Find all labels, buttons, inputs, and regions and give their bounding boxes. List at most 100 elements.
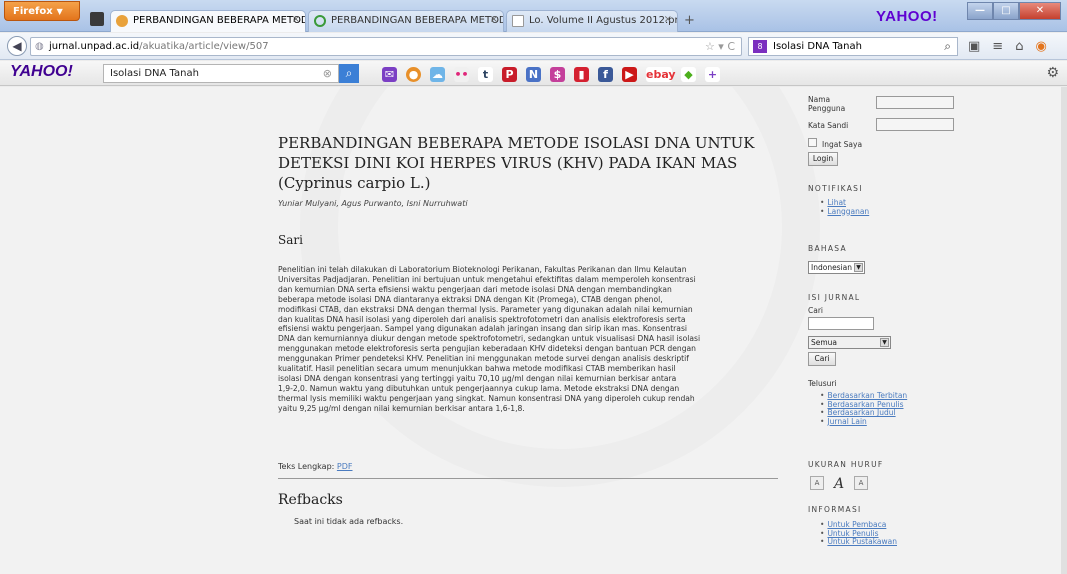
yahoo-search-value: Isolasi DNA Tanah (110, 68, 199, 79)
chevron-down-icon: ▼ (56, 7, 63, 16)
fulltext-row: Teks Lengkap: PDF (278, 462, 353, 471)
abstract-line: Universitas Padjadjaran. Penelitian ini … (278, 274, 696, 284)
journal-search-button[interactable]: Cari (808, 352, 836, 366)
abstract-line: efisiensi waktu pengerjaan. Sampel yang … (278, 324, 688, 334)
tumblr-icon[interactable]: t (478, 66, 493, 82)
language-select[interactable]: Indonesian ▼ (808, 261, 865, 274)
add-icon[interactable]: + (705, 66, 720, 82)
gear-icon[interactable]: ⚙ (1046, 65, 1059, 81)
bahasa-heading: BAHASA (808, 244, 847, 253)
document-icon (512, 15, 524, 27)
article-authors: Yuniar Mulyani, Agus Purwanto, Isni Nurr… (278, 199, 468, 208)
font-small-icon[interactable]: A (810, 476, 824, 490)
news-icon[interactable]: N (526, 66, 541, 82)
password-field[interactable] (876, 118, 954, 131)
search-scope-select[interactable]: Semua ▼ (808, 336, 891, 349)
abstract-line: modifikasi CTAB, dan ekstraksi DNA denga… (278, 304, 693, 314)
bookmarks-icon[interactable]: ▣ (968, 39, 980, 54)
abstract-line: isolasi DNA dengan konsentrasi yang tert… (278, 373, 677, 383)
info-link-pustakawan[interactable]: Untuk Pustakawan (827, 537, 897, 546)
mail-icon[interactable]: ✉ (382, 66, 397, 82)
firefox-menu-label: Firefox (13, 6, 53, 17)
pinterest-icon[interactable]: P (502, 66, 517, 82)
browse-link-jurnal-lain[interactable]: Jurnal Lain (827, 417, 866, 426)
pinned-tab[interactable] (90, 12, 104, 26)
pdf-link[interactable]: PDF (337, 462, 353, 471)
address-bar[interactable]: ◍ jurnal.unpad.ac.id/akuatika/article/vi… (30, 37, 742, 56)
yahoo-toolbar: YAHOO! Isolasi DNA Tanah ⊗ ⌕ ✉ ● ☁ •• t … (0, 61, 1067, 86)
journal-search-input[interactable] (808, 317, 874, 330)
username-label-line: Pengguna (808, 104, 846, 113)
notifikasi-heading: NOTIFIKASI (808, 184, 863, 193)
weather-icon[interactable]: ☁ (430, 66, 445, 82)
browser-search-value: Isolasi DNA Tanah (773, 41, 862, 52)
bookmark-icon[interactable]: ▮ (574, 66, 589, 82)
ukuran-huruf-heading: UKURAN HURUF (808, 460, 884, 469)
tab-title: PERBANDINGAN BEBERAPA METODE... (133, 15, 306, 26)
font-medium-icon[interactable]: A (832, 476, 846, 492)
page-scrollbar[interactable] (1061, 87, 1067, 574)
window-controls: — □ ✕ (967, 2, 1061, 20)
close-icon[interactable]: × (292, 14, 300, 25)
informasi-heading: INFORMASI (808, 505, 862, 514)
notifikasi-link-langganan[interactable]: Langganan (827, 207, 869, 216)
remember-checkbox[interactable] (808, 138, 817, 147)
yahoo-toolbar-icons: ✉ ● ☁ •• t P N $ ▮ f ▶ ebay ◆ + (382, 65, 720, 83)
language-select-value: Indonesian (811, 263, 853, 272)
url-path: /akuatika/article/view/507 (139, 41, 269, 52)
login-button[interactable]: Login (808, 152, 838, 166)
abstract-line: Penelitian ini telah dilakukan di Labora… (278, 265, 687, 274)
tab-article-active[interactable]: PERBANDINGAN BEBERAPA METODE... × (110, 10, 306, 32)
facebook-icon[interactable]: f (598, 66, 613, 82)
abstract-line: DNA dan kemurniannya diukur dengan metod… (278, 334, 701, 344)
new-tab-button[interactable]: + (684, 13, 695, 28)
ebay-icon[interactable]: ebay (646, 66, 676, 82)
abstract-line: kualitatif. Hasil penelitian secara umum… (278, 364, 676, 374)
home-icon[interactable]: ⌂ (1015, 39, 1023, 54)
flickr-icon[interactable]: •• (454, 66, 469, 82)
abstract-line: yaitu 9,25 µg/ml dengan nilai kemurnian … (278, 403, 525, 413)
chevron-down-icon: ▼ (854, 263, 863, 272)
finance-icon[interactable]: $ (550, 66, 565, 82)
browser-window: Firefox ▼ PERBANDINGAN BEBERAPA METODE...… (0, 0, 1067, 574)
close-window-button[interactable]: ✕ (1019, 2, 1061, 20)
abstract-line: dan kualitas DNA hasil isolasi yang dipe… (278, 314, 686, 324)
yahoo-logo[interactable]: YAHOO! (10, 63, 73, 81)
informasi-list: Untuk Pembaca Untuk Penulis Untuk Pustak… (808, 520, 897, 547)
tab-article-2[interactable]: PERBANDINGAN BEBERAPA METODE... × (308, 10, 504, 32)
font-large-icon[interactable]: A (854, 476, 868, 490)
back-arrow-icon[interactable]: ◀ (7, 36, 27, 56)
yahoo-search-button[interactable]: ⌕ (339, 64, 359, 83)
shopping-icon[interactable]: ◆ (681, 66, 696, 82)
abstract-text: Penelitian ini telah dilakukan di Labora… (278, 265, 778, 414)
refbacks-heading: Refbacks (278, 492, 343, 508)
abstract-line: menggunakan metode elektroforesis serta … (278, 344, 696, 354)
addon-icon[interactable]: ◉ (1035, 39, 1046, 54)
pizza-icon[interactable]: ● (406, 66, 421, 82)
browse-label: Telusuri (808, 379, 837, 388)
downloads-icon[interactable]: ≡ (992, 39, 1003, 54)
maximize-button[interactable]: □ (993, 2, 1019, 20)
abstract-line: beberapa metode isolasi DNA diantaranya … (278, 294, 663, 304)
remember-label: Ingat Saya (822, 140, 863, 149)
url-domain: jurnal.unpad.ac.id (49, 41, 140, 52)
youtube-icon[interactable]: ▶ (622, 66, 637, 82)
close-icon[interactable]: × (490, 14, 498, 25)
close-icon[interactable]: × (664, 14, 672, 25)
reload-icon[interactable]: ☆ ▾ C (705, 40, 735, 53)
username-field[interactable] (876, 96, 954, 109)
tab-pdf[interactable]: Lo. Volume II Agustus 2012.pmd - 3623 × (506, 10, 678, 32)
browser-search-input[interactable]: 8 Isolasi DNA Tanah ⌕ (748, 37, 958, 56)
font-size-controls: A A A (810, 476, 868, 492)
globe-icon: ◍ (35, 41, 44, 52)
username-label-line: Nama (808, 95, 831, 104)
article-title: PERBANDINGAN BEBERAPA METODE ISOLASI DNA… (278, 134, 755, 192)
clear-icon[interactable]: ⊗ (323, 67, 332, 80)
browse-list: Berdasarkan Terbitan Berdasarkan Penulis… (808, 391, 907, 426)
firefox-menu-button[interactable]: Firefox ▼ (4, 1, 80, 21)
navigation-bar: ◀ ◍ jurnal.unpad.ac.id/akuatika/article/… (0, 33, 1067, 60)
fulltext-label: Teks Lengkap: (278, 462, 335, 471)
minimize-button[interactable]: — (967, 2, 993, 20)
yahoo-search-input[interactable]: Isolasi DNA Tanah ⊗ (103, 64, 339, 83)
search-icon[interactable]: ⌕ (944, 39, 951, 54)
